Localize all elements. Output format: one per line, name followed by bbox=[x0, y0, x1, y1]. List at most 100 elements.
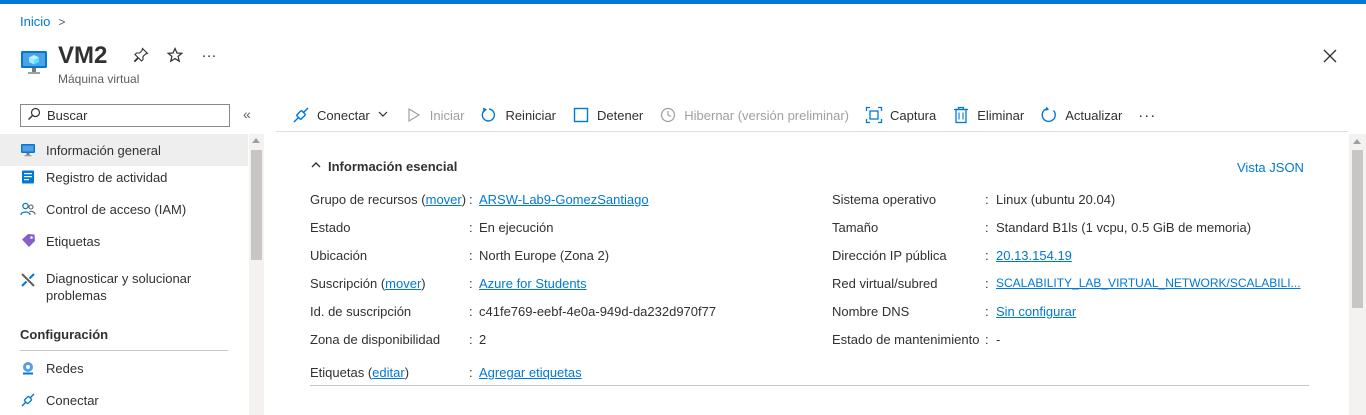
colon: : bbox=[469, 332, 473, 347]
sidebar-item-networking[interactable]: Redes bbox=[0, 360, 248, 376]
breadcrumb-separator: > bbox=[58, 14, 66, 29]
sidebar-item-iam[interactable]: Control de acceso (IAM) bbox=[0, 201, 248, 217]
colon: : bbox=[469, 304, 473, 319]
connect-icon bbox=[292, 106, 310, 124]
scroll-up-arrow-icon[interactable] bbox=[252, 138, 260, 143]
sidebar: Información general Registro de activida… bbox=[0, 134, 248, 415]
essentials-divider bbox=[310, 385, 1309, 386]
colon: : bbox=[985, 192, 989, 207]
edit-tags-link[interactable]: editar bbox=[372, 365, 405, 380]
property-label: Estado bbox=[310, 220, 351, 235]
scrollbar-thumb[interactable] bbox=[251, 150, 262, 260]
hibernate-button[interactable]: Hibernar (versión preliminar) bbox=[659, 106, 849, 124]
clock-icon bbox=[659, 106, 677, 124]
essentials-toggle[interactable]: Información esencial bbox=[310, 159, 457, 174]
virtual-machine-icon bbox=[20, 48, 48, 78]
chevron-up-icon bbox=[310, 159, 322, 174]
dns-name-link[interactable]: Sin configurar bbox=[996, 304, 1076, 319]
sidebar-item-label: Conectar bbox=[46, 392, 99, 408]
property-label: Red virtual/subred bbox=[832, 276, 938, 291]
public-ip-link[interactable]: 20.13.154.19 bbox=[996, 248, 1072, 263]
property-value: North Europe (Zona 2) bbox=[479, 248, 610, 263]
search-placeholder: Buscar bbox=[47, 108, 88, 123]
more-commands-icon[interactable]: ··· bbox=[1138, 107, 1156, 124]
add-tags-link[interactable]: Agregar etiquetas bbox=[479, 365, 582, 380]
command-bar: Conectar Iniciar Reiniciar Detener Hiber… bbox=[292, 104, 1156, 126]
property-label: Id. de suscripción bbox=[310, 304, 412, 319]
property-label: Sistema operativo bbox=[832, 192, 937, 207]
restart-label: Reiniciar bbox=[505, 107, 557, 123]
play-icon bbox=[405, 106, 423, 124]
stop-label: Detener bbox=[597, 107, 644, 123]
pin-icon[interactable] bbox=[132, 46, 150, 64]
start-button[interactable]: Iniciar bbox=[405, 106, 464, 124]
colon: : bbox=[985, 276, 989, 291]
refresh-label: Actualizar bbox=[1065, 107, 1123, 123]
wrench-icon bbox=[20, 272, 36, 288]
more-options-icon[interactable]: ··· bbox=[200, 46, 218, 64]
connect-button[interactable]: Conectar bbox=[292, 106, 389, 124]
page-subtitle: Máquina virtual bbox=[58, 72, 140, 86]
sidebar-item-connect[interactable]: Conectar bbox=[0, 392, 248, 408]
colon: : bbox=[985, 304, 989, 319]
colon: : bbox=[469, 276, 473, 291]
json-view-link[interactable]: Vista JSON bbox=[1237, 160, 1304, 175]
essentials-heading: Información esencial bbox=[328, 159, 458, 174]
move-link[interactable]: mover bbox=[385, 276, 421, 291]
refresh-icon bbox=[1040, 106, 1058, 124]
sidebar-item-tags[interactable]: Etiquetas bbox=[0, 233, 248, 249]
close-icon[interactable] bbox=[1320, 46, 1340, 66]
subscription-link[interactable]: Azure for Students bbox=[479, 276, 587, 291]
scroll-up-arrow-icon[interactable] bbox=[1353, 139, 1361, 144]
property-label: Zona de disponibilidad bbox=[310, 332, 441, 347]
people-icon bbox=[20, 201, 36, 217]
sidebar-section-configuration: Configuración bbox=[20, 327, 109, 342]
resource-group-link[interactable]: ARSW-Lab9-GomezSantiago bbox=[479, 192, 649, 207]
property-label: Suscripción (mover) bbox=[310, 276, 426, 291]
star-icon[interactable] bbox=[166, 46, 184, 64]
connect-icon bbox=[20, 392, 36, 408]
property-label: Estado de mantenimiento bbox=[832, 332, 980, 347]
refresh-button[interactable]: Actualizar bbox=[1040, 106, 1122, 124]
capture-label: Captura bbox=[889, 107, 937, 123]
sidebar-item-label: Diagnosticar y solucionar problemas bbox=[46, 271, 192, 303]
sidebar-scrollbar[interactable] bbox=[249, 134, 264, 415]
move-link[interactable]: mover bbox=[426, 192, 462, 207]
colon: : bbox=[985, 220, 989, 235]
vnet-subnet-link[interactable]: SCALABILITY_LAB_VIRTUAL_NETWORK/SCALABIL… bbox=[996, 276, 1301, 290]
command-bar-divider bbox=[276, 131, 1348, 132]
monitor-icon bbox=[20, 142, 36, 158]
sidebar-item-diagnose[interactable]: Diagnosticar y solucionar problemas bbox=[0, 270, 248, 304]
sidebar-item-activity-log[interactable]: Registro de actividad bbox=[0, 169, 248, 185]
scrollbar-thumb[interactable] bbox=[1352, 150, 1363, 308]
sidebar-item-label: Etiquetas bbox=[46, 233, 101, 249]
property-value: Linux (ubuntu 20.04) bbox=[996, 192, 1116, 207]
breadcrumb-home-link[interactable]: Inicio bbox=[20, 14, 50, 29]
delete-button[interactable]: Eliminar bbox=[952, 106, 1024, 124]
property-value: 2 bbox=[479, 332, 487, 347]
search-input[interactable]: Buscar bbox=[20, 104, 230, 127]
restart-icon bbox=[480, 106, 498, 124]
restart-button[interactable]: Reiniciar bbox=[480, 106, 556, 124]
delete-label: Eliminar bbox=[977, 107, 1025, 123]
trash-icon bbox=[952, 106, 970, 124]
property-value: - bbox=[996, 332, 1001, 347]
stop-button[interactable]: Detener bbox=[572, 106, 643, 124]
main-scrollbar[interactable] bbox=[1349, 134, 1366, 415]
colon: : bbox=[469, 248, 473, 263]
network-icon bbox=[20, 360, 36, 376]
collapse-sidebar-icon[interactable]: « bbox=[243, 106, 251, 122]
page-title: VM2 bbox=[58, 42, 108, 69]
property-value: Standard B1ls (1 vcpu, 0.5 GiB de memori… bbox=[996, 220, 1252, 235]
property-label: Grupo de recursos (mover) bbox=[310, 192, 467, 207]
property-value: c41fe769-eebf-4e0a-949d-da232d970f77 bbox=[479, 304, 717, 319]
sidebar-item-overview[interactable]: Información general bbox=[0, 134, 248, 166]
sidebar-item-label: Redes bbox=[46, 360, 84, 376]
breadcrumb: Inicio > bbox=[20, 14, 65, 29]
capture-button[interactable]: Captura bbox=[865, 106, 936, 124]
sidebar-item-label: Registro de actividad bbox=[46, 169, 168, 185]
search-icon bbox=[27, 107, 41, 124]
colon: : bbox=[469, 365, 473, 380]
colon: : bbox=[469, 220, 473, 235]
colon: : bbox=[985, 332, 989, 347]
